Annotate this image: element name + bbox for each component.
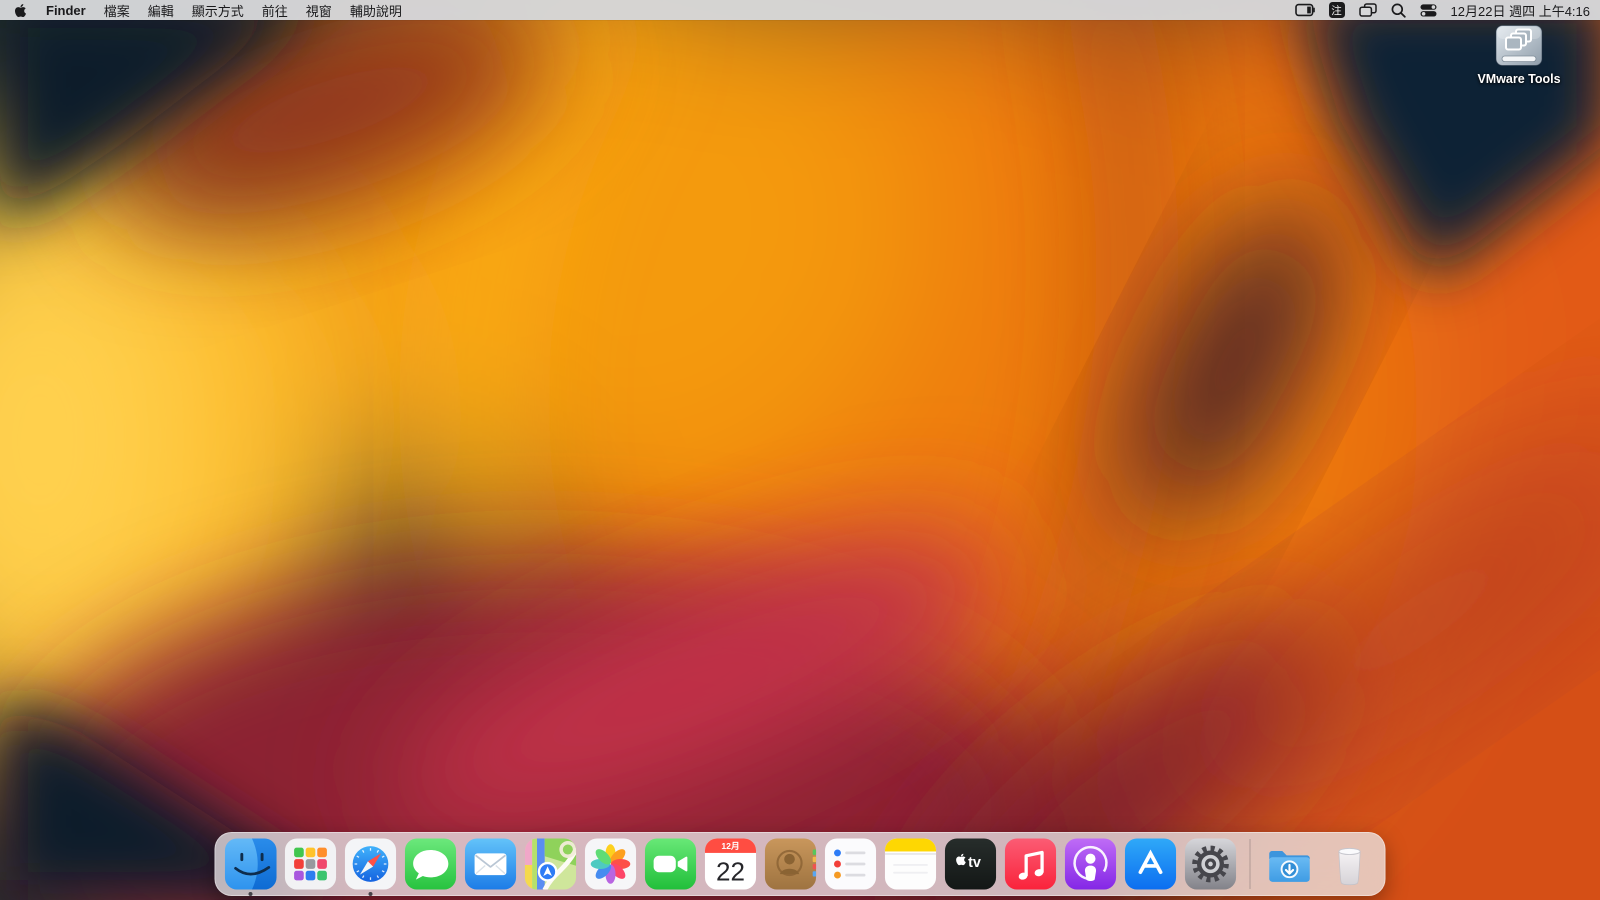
dock-item-system-settings[interactable]	[1184, 837, 1238, 891]
calendar-icon: 12月 22	[704, 837, 758, 891]
dock-item-trash[interactable]	[1323, 837, 1377, 891]
input-source-badge[interactable]: 注	[1329, 2, 1345, 18]
svg-text:tv: tv	[968, 855, 981, 871]
dock-separator	[1250, 839, 1251, 889]
facetime-icon	[644, 837, 698, 891]
contacts-icon	[764, 837, 818, 891]
mail-icon	[464, 837, 518, 891]
menu-item-file[interactable]: 檔案	[95, 0, 139, 20]
display-icon[interactable]	[1295, 0, 1315, 20]
system-settings-icon	[1184, 837, 1238, 891]
dock-item-photos[interactable]	[584, 837, 638, 891]
apple-tv-icon: tv	[944, 837, 998, 891]
dock-item-app-store[interactable]	[1124, 837, 1178, 891]
apple-menu[interactable]	[10, 0, 37, 20]
svg-text:22: 22	[716, 856, 745, 886]
running-indicator	[249, 892, 253, 896]
dock-item-notes[interactable]	[884, 837, 938, 891]
messages-icon	[404, 837, 458, 891]
dock-item-safari[interactable]	[344, 837, 398, 891]
apple-icon	[14, 3, 27, 18]
downloads-folder-icon	[1263, 837, 1317, 891]
dock-item-podcasts[interactable]	[1064, 837, 1118, 891]
app-store-icon	[1124, 837, 1178, 891]
menu-item-window[interactable]: 視窗	[297, 0, 341, 20]
dock-item-reminders[interactable]	[824, 837, 878, 891]
dock-item-music[interactable]	[1004, 837, 1058, 891]
music-icon	[1004, 837, 1058, 891]
macos-desktop: Finder 檔案 編輯 顯示方式 前往 視窗 輔助說明 注	[0, 0, 1600, 900]
disk-drive-icon	[1491, 23, 1547, 70]
dock-item-facetime[interactable]	[644, 837, 698, 891]
podcasts-icon	[1064, 837, 1118, 891]
reminders-icon	[824, 837, 878, 891]
dock: 12月 22	[215, 832, 1386, 896]
dock-item-contacts[interactable]	[764, 837, 818, 891]
desktop-wallpaper	[0, 0, 1600, 900]
desktop-icon-label: VMware Tools	[1477, 72, 1560, 86]
menu-item-edit[interactable]: 編輯	[139, 0, 183, 20]
menu-bar: Finder 檔案 編輯 顯示方式 前往 視窗 輔助說明 注	[0, 0, 1600, 20]
stage-manager-icon[interactable]	[1359, 0, 1377, 20]
dock-item-launchpad[interactable]	[284, 837, 338, 891]
dock-item-mail[interactable]	[464, 837, 518, 891]
menu-item-help[interactable]: 輔助說明	[341, 0, 411, 20]
dock-item-tv[interactable]: tv	[944, 837, 998, 891]
menu-item-view[interactable]: 顯示方式	[183, 0, 253, 20]
dock-item-finder[interactable]	[224, 837, 278, 891]
running-indicator	[369, 892, 373, 896]
menu-bar-status: 注 12月22日 週	[1295, 0, 1590, 20]
safari-icon	[344, 837, 398, 891]
dock-item-messages[interactable]	[404, 837, 458, 891]
spotlight-search-icon[interactable]	[1391, 0, 1406, 20]
dock-item-maps[interactable]	[524, 837, 578, 891]
control-center-icon[interactable]	[1420, 0, 1437, 20]
maps-icon	[524, 837, 578, 891]
menu-bar-clock[interactable]: 12月22日 週四 上午4:16	[1451, 1, 1590, 20]
desktop-icon-vmware-tools[interactable]: VMware Tools	[1458, 23, 1580, 86]
dock-item-calendar[interactable]: 12月 22	[704, 837, 758, 891]
svg-text:12月: 12月	[721, 841, 739, 851]
trash-icon	[1323, 837, 1377, 891]
finder-icon	[224, 837, 278, 891]
menu-item-go[interactable]: 前往	[253, 0, 297, 20]
dock-item-downloads[interactable]	[1263, 837, 1317, 891]
photos-icon	[584, 837, 638, 891]
menu-bar-left: Finder 檔案 編輯 顯示方式 前往 視窗 輔助說明	[10, 0, 411, 20]
launchpad-icon	[284, 837, 338, 891]
notes-icon	[884, 837, 938, 891]
app-menu-finder[interactable]: Finder	[37, 0, 95, 20]
